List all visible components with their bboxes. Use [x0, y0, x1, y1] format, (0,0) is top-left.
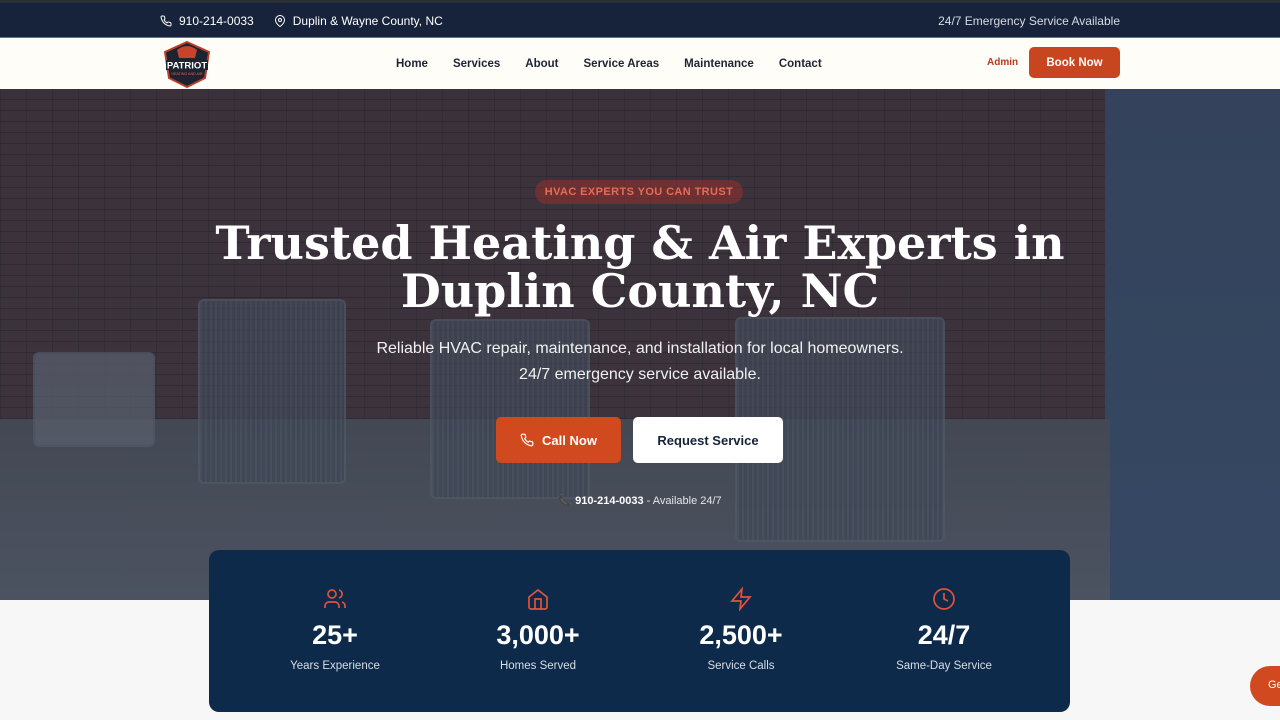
logo-text: PATRIOT	[167, 61, 207, 72]
stat-item: 2,500+ Service Calls	[641, 550, 841, 712]
hero-title-line1: Trusted Heating & Air Experts in	[215, 216, 1065, 270]
hero-section: HVAC EXPERTS YOU CAN TRUST Trusted Heati…	[0, 89, 1280, 600]
hero-subtitle-line2: 24/7 emergency service available.	[519, 366, 761, 383]
hero-title-line2: Duplin County, NC	[400, 264, 880, 318]
topbar-phone-link[interactable]: 910-214-0033	[160, 14, 254, 28]
hero-badge: HVAC EXPERTS YOU CAN TRUST	[535, 180, 743, 204]
stat-value: 24/7	[917, 620, 971, 650]
users-icon	[324, 589, 346, 608]
chat-widget-button[interactable]: Ge	[1250, 666, 1280, 706]
nav-item-services[interactable]: Services	[453, 58, 500, 70]
hero-availability-text: - Available 24/7	[643, 495, 722, 507]
topbar-phone: 910-214-0033	[179, 13, 254, 28]
stat-value: 2,500+	[699, 620, 783, 650]
hero-availability-phone[interactable]: 910-214-0033	[575, 495, 644, 507]
hero-availability: 📞 910-214-0033 - Available 24/7	[440, 494, 840, 507]
lightning-icon	[730, 587, 752, 611]
stat-label: Service Calls	[707, 660, 775, 672]
nav-item-about[interactable]: About	[525, 58, 558, 70]
nav-item-home[interactable]: Home	[396, 58, 428, 70]
nav-item-maintenance[interactable]: Maintenance	[684, 58, 754, 70]
stat-label: Same-Day Service	[896, 660, 992, 672]
phone-emoji-icon: 📞	[558, 495, 573, 507]
stat-label: Homes Served	[499, 660, 577, 672]
home-icon	[528, 588, 548, 610]
main-navigation: PATRIOT HEATING AND AIR Home Services Ab…	[0, 38, 1280, 89]
request-service-button[interactable]: Request Service	[633, 417, 783, 463]
hero-title: Trusted Heating & Air Experts in Duplin …	[140, 219, 1140, 315]
topbar-location: Duplin & Wayne County, NC	[274, 14, 443, 28]
call-now-label: Call Now	[542, 432, 597, 448]
stat-label: Years Experience	[290, 660, 380, 672]
clock-icon	[933, 588, 955, 610]
nav-item-contact[interactable]: Contact	[779, 58, 822, 70]
logo-shield-icon: PATRIOT HEATING AND AIR	[163, 40, 211, 89]
map-pin-icon	[274, 14, 285, 27]
call-now-button[interactable]: Call Now	[496, 417, 621, 463]
stat-value: 3,000+	[496, 620, 580, 650]
patriot-logo[interactable]: PATRIOT HEATING AND AIR	[161, 40, 213, 89]
stat-value: 25+	[312, 620, 358, 650]
top-bar: 910-214-0033 Duplin & Wayne County, NC 2…	[0, 0, 1280, 38]
phone-icon	[520, 433, 534, 447]
book-now-button[interactable]: Book Now	[1029, 47, 1120, 78]
stats-panel: 25+ Years Experience 3,000+ Homes Served…	[209, 550, 1070, 712]
stat-item: 3,000+ Homes Served	[438, 550, 638, 712]
admin-link[interactable]: Admin	[987, 57, 1018, 68]
stat-item: 24/7 Same-Day Service	[844, 550, 1044, 712]
topbar-emergency-text: 24/7 Emergency Service Available	[938, 13, 1120, 28]
stat-item: 25+ Years Experience	[235, 550, 435, 712]
nav-menu: Home Services About Service Areas Mainte…	[396, 38, 822, 89]
logo-subtext: HEATING AND AIR	[172, 72, 203, 76]
phone-icon	[160, 14, 172, 26]
hero-subtitle-line1: Reliable HVAC repair, maintenance, and i…	[376, 340, 904, 357]
nav-item-service-areas[interactable]: Service Areas	[584, 58, 660, 70]
hero-subtitle: Reliable HVAC repair, maintenance, and i…	[290, 336, 990, 388]
topbar-location-text: Duplin & Wayne County, NC	[292, 13, 443, 28]
